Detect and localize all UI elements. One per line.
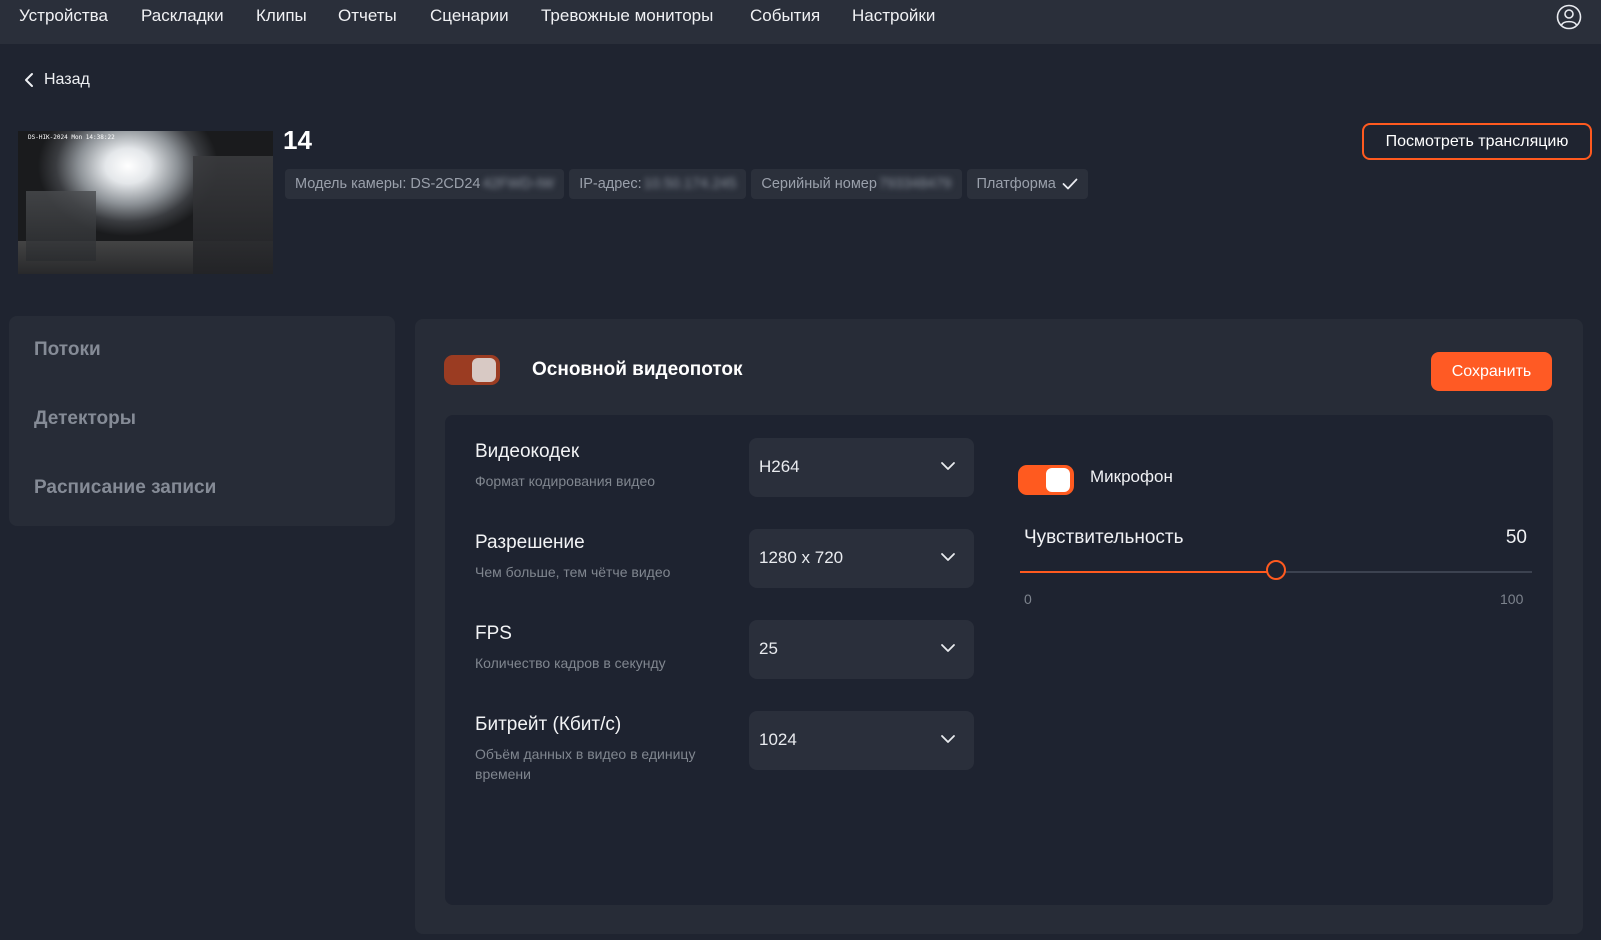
sensitivity-slider-fill — [1020, 571, 1276, 573]
ip-hidden: 10.50.174.245 — [643, 176, 737, 192]
camera-title: 14 — [283, 125, 312, 155]
microphone-label: Микрофон — [1090, 467, 1173, 486]
save-button[interactable]: Сохранить — [1431, 352, 1552, 391]
sidebar-item-recording-schedule[interactable]: Расписание записи — [34, 477, 216, 499]
user-account-icon[interactable] — [1556, 4, 1582, 30]
nav-item-alarm-monitors[interactable]: Тревожные мониторы — [541, 6, 713, 26]
sidebar-item-detectors[interactable]: Детекторы — [34, 408, 136, 430]
ip-label: IP-адрес: — [579, 176, 642, 192]
settings-sidebar: Потоки Детекторы Расписание записи — [9, 316, 395, 526]
codec-label: Видеокодек — [475, 441, 580, 462]
check-icon — [1062, 178, 1078, 190]
watch-stream-button[interactable]: Посмотреть трансляцию — [1362, 123, 1592, 160]
serial-label: Серийный номер — [761, 176, 877, 192]
sensitivity-value: 50 — [1505, 527, 1527, 548]
thumbnail-shelf — [26, 191, 96, 261]
nav-item-events[interactable]: События — [750, 6, 820, 26]
platform-chip: Платформа — [966, 169, 1088, 199]
ip-chip: IP-адрес: 10.50.174.245 — [569, 169, 747, 199]
fps-select[interactable]: 25 — [749, 620, 974, 679]
bitrate-description: Объём данных в видео в единицу времени — [475, 746, 696, 782]
nav-item-settings[interactable]: Настройки — [852, 6, 935, 26]
resolution-value: 1280 x 720 — [759, 548, 844, 567]
chevron-down-icon — [941, 462, 955, 470]
fps-description: Количество кадров в секунду — [475, 655, 666, 671]
codec-description: Формат кодирования видео — [475, 473, 656, 489]
toggle-knob — [1046, 468, 1070, 492]
nav-item-clips[interactable]: Клипы — [256, 6, 307, 26]
bitrate-label: Битрейт (Кбит/с) — [475, 714, 622, 735]
resolution-description: Чем больше, тем чётче видео — [475, 564, 671, 580]
camera-thumbnail[interactable]: DS-HIK-2024 Mon 14:38:22 — [18, 131, 273, 274]
camera-info-chips: Модель камеры: DS-2CD24 42FWD-IW IP-адрес… — [285, 169, 1088, 199]
sensitivity-max-label: 100 — [1500, 591, 1524, 607]
sensitivity-min-label: 0 — [1024, 591, 1032, 607]
back-link[interactable]: Назад — [24, 71, 90, 89]
nav-item-scenarios[interactable]: Сценарии — [430, 6, 509, 26]
bitrate-value: 1024 — [759, 730, 797, 749]
codec-value: H264 — [759, 457, 800, 476]
toggle-knob — [472, 358, 496, 382]
sensitivity-label: Чувствительность — [1024, 527, 1184, 548]
model-hidden: 42FWD-IW — [482, 176, 555, 192]
nav-item-layouts[interactable]: Раскладки — [141, 6, 224, 26]
resolution-label: Разрешение — [475, 532, 585, 553]
model-label: Модель камеры: — [295, 176, 407, 192]
platform-label: Платформа — [976, 176, 1056, 192]
bitrate-select[interactable]: 1024 — [749, 711, 974, 770]
chevron-down-icon — [941, 735, 955, 743]
serial-hidden: 793348479 — [878, 176, 952, 192]
fps-label: FPS — [475, 623, 512, 644]
microphone-toggle[interactable] — [1018, 465, 1074, 495]
top-nav: Устройства Раскладки Клипы Отчеты Сценар… — [0, 0, 1601, 44]
codec-select[interactable]: H264 — [749, 438, 974, 497]
chevron-down-icon — [941, 644, 955, 652]
chevron-left-icon — [25, 73, 33, 87]
sidebar-item-streams[interactable]: Потоки — [34, 339, 101, 361]
main-stream-toggle[interactable] — [444, 355, 500, 385]
model-chip: Модель камеры: DS-2CD24 42FWD-IW — [285, 169, 565, 199]
thumbnail-osd-text: DS-HIK-2024 Mon 14:38:22 — [28, 134, 115, 141]
sensitivity-slider-handle[interactable] — [1266, 560, 1286, 580]
model-value: DS-2CD24 — [410, 176, 481, 192]
nav-item-reports[interactable]: Отчеты — [338, 6, 397, 26]
stream-title: Основной видеопоток — [532, 359, 743, 380]
fps-value: 25 — [759, 639, 778, 658]
serial-chip: Серийный номер 793348479 — [751, 169, 962, 199]
nav-item-devices[interactable]: Устройства — [19, 6, 108, 26]
chevron-down-icon — [941, 553, 955, 561]
resolution-select[interactable]: 1280 x 720 — [749, 529, 974, 588]
thumbnail-shelf — [193, 156, 273, 274]
back-label: Назад — [44, 71, 90, 88]
